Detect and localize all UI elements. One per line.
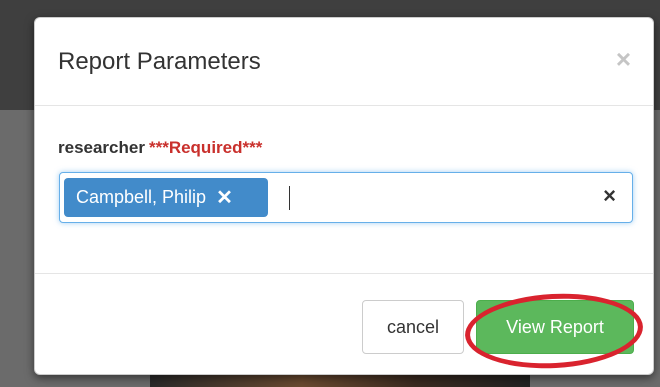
report-parameters-modal: Report Parameters × researcher ***Require… — [34, 17, 654, 375]
modal-title: Report Parameters — [58, 48, 261, 75]
close-icon[interactable]: × — [616, 44, 631, 75]
required-indicator: ***Required*** — [148, 138, 263, 157]
modal-footer: cancel View Report — [35, 274, 653, 376]
selected-tag: Campbell, Philip ✕ — [64, 178, 268, 217]
modal-body: researcher ***Required*** Campbell, Phili… — [35, 106, 653, 274]
cancel-button[interactable]: cancel — [362, 300, 464, 354]
text-cursor — [289, 186, 290, 210]
clear-selection-icon[interactable]: × — [603, 183, 616, 209]
view-report-button[interactable]: View Report — [476, 300, 634, 354]
tag-label: Campbell, Philip — [76, 187, 207, 207]
researcher-label: researcher ***Required*** — [58, 138, 262, 158]
field-label-text: researcher — [58, 138, 145, 157]
modal-header: Report Parameters × — [35, 18, 653, 106]
researcher-select-input[interactable]: Campbell, Philip ✕ × — [59, 172, 633, 223]
remove-tag-icon[interactable]: ✕ — [216, 185, 233, 210]
